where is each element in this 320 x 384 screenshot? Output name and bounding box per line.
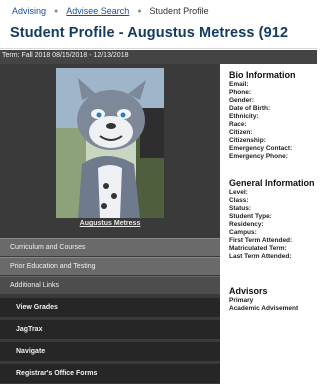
profile-content: Bio Information Email: Phone: Gender: Da… <box>226 64 317 384</box>
bio-field: Date of Birth: <box>229 105 271 112</box>
bio-field: Phone: <box>229 89 252 96</box>
general-field: Status: <box>229 205 252 212</box>
title-bar: Student Profile - Augustus Metress (912 <box>0 22 317 49</box>
general-field: Campus: <box>229 229 257 236</box>
general-field: Last Term Attended: <box>229 253 292 260</box>
bio-field: Ethnicity: <box>229 113 259 120</box>
term-bar: Term: Fall 2018 08/15/2018 - 12/13/2018 <box>0 50 317 64</box>
link-registrars-office-forms[interactable]: Registrar's Office Forms <box>0 363 220 383</box>
link-view-grades[interactable]: View Grades <box>0 297 220 317</box>
bio-field: Email: <box>229 81 249 88</box>
page-title: Student Profile - Augustus Metress (912 <box>10 25 289 41</box>
student-photo <box>56 68 164 218</box>
term-label: Term: Fall 2018 08/15/2018 - 12/13/2018 <box>2 52 129 59</box>
link-jagtrax[interactable]: JagTrax <box>0 319 220 339</box>
bio-field: Gender: <box>229 97 254 104</box>
breadcrumb-advising-link[interactable]: Advising <box>12 6 46 16</box>
general-information-heading: General Information <box>229 178 315 188</box>
breadcrumb: Advising ● Advisee Search ● Student Prof… <box>0 0 317 22</box>
sidebar-item-curriculum[interactable]: Curriculum and Courses <box>0 238 220 256</box>
bio-field: Race: <box>229 121 247 128</box>
general-field: First Term Attended: <box>229 237 293 244</box>
breadcrumb-separator-icon: ● <box>137 7 142 15</box>
breadcrumb-separator-icon: ● <box>54 7 59 15</box>
bio-field: Citizen: <box>229 129 253 136</box>
bio-field: Emergency Phone: <box>229 153 288 160</box>
general-field: Student Type: <box>229 213 272 220</box>
general-field: Residency: <box>229 221 264 228</box>
bio-field: Citizenship: <box>229 137 266 144</box>
general-field: Matriculated Term: <box>229 245 287 252</box>
advisors-heading: Advisors <box>229 286 268 296</box>
general-field: Class: <box>229 197 249 204</box>
general-field: Level: <box>229 189 248 196</box>
bio-field: Emergency Contact: <box>229 145 293 152</box>
sidebar: Augustus Metress Curriculum and Courses … <box>0 64 220 384</box>
mascot-image <box>56 68 164 218</box>
sidebar-item-additional-links[interactable]: Additional Links <box>0 276 220 294</box>
breadcrumb-advisee-search-link[interactable]: Advisee Search <box>66 6 129 16</box>
sidebar-item-prior-education[interactable]: Prior Education and Testing <box>0 257 220 275</box>
student-name-link[interactable]: Augustus Metress <box>0 220 220 227</box>
bio-information-heading: Bio Information <box>229 70 296 80</box>
link-navigate[interactable]: Navigate <box>0 341 220 361</box>
breadcrumb-current: Student Profile <box>149 6 209 16</box>
advisor-field: Academic Advisement <box>229 305 299 312</box>
advisor-field: Primary <box>229 297 254 304</box>
